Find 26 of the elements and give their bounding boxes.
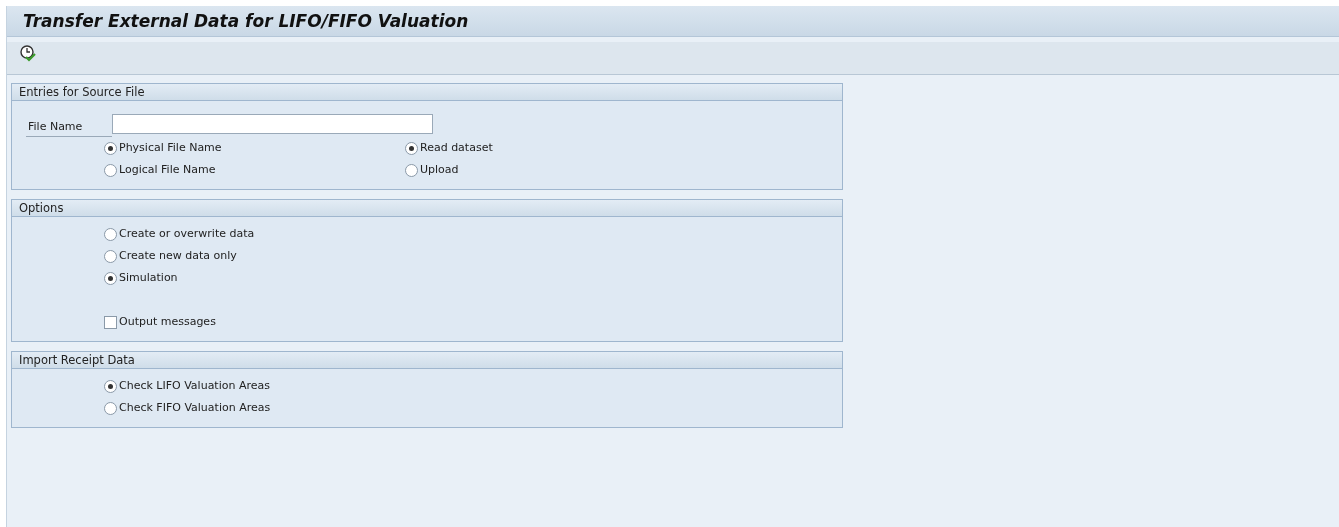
group-title: Options bbox=[12, 200, 842, 217]
option-label: Check FIFO Valuation Areas bbox=[119, 399, 271, 416]
option-label: Upload bbox=[420, 161, 459, 178]
radio-button[interactable] bbox=[104, 227, 117, 241]
option-label: Create new data only bbox=[119, 247, 237, 264]
option-label: Create or overwrite data bbox=[119, 225, 255, 242]
radio-button[interactable] bbox=[104, 401, 117, 415]
radio-button[interactable] bbox=[405, 141, 418, 155]
option-label: Check LIFO Valuation Areas bbox=[119, 377, 270, 394]
radio-button[interactable] bbox=[104, 271, 117, 285]
option-label: Logical File Name bbox=[119, 161, 216, 178]
option-label: Read dataset bbox=[420, 139, 493, 156]
radio-button[interactable] bbox=[104, 379, 117, 393]
radio-button[interactable] bbox=[104, 141, 117, 155]
window-title: Transfer External Data for LIFO/FIFO Valuation bbox=[23, 9, 469, 33]
group-title: Import Receipt Data bbox=[12, 352, 842, 369]
radio-button[interactable] bbox=[104, 249, 117, 263]
file-name-field[interactable] bbox=[112, 114, 433, 134]
checkbox[interactable] bbox=[104, 315, 117, 329]
radio-button[interactable] bbox=[104, 163, 117, 177]
radio-button[interactable] bbox=[405, 163, 418, 177]
execute-button[interactable] bbox=[17, 42, 39, 64]
group-title: Entries for Source File bbox=[12, 84, 842, 101]
option-label: Output messages bbox=[119, 313, 216, 330]
option-label: Physical File Name bbox=[119, 139, 222, 156]
option-label: Simulation bbox=[119, 269, 178, 286]
